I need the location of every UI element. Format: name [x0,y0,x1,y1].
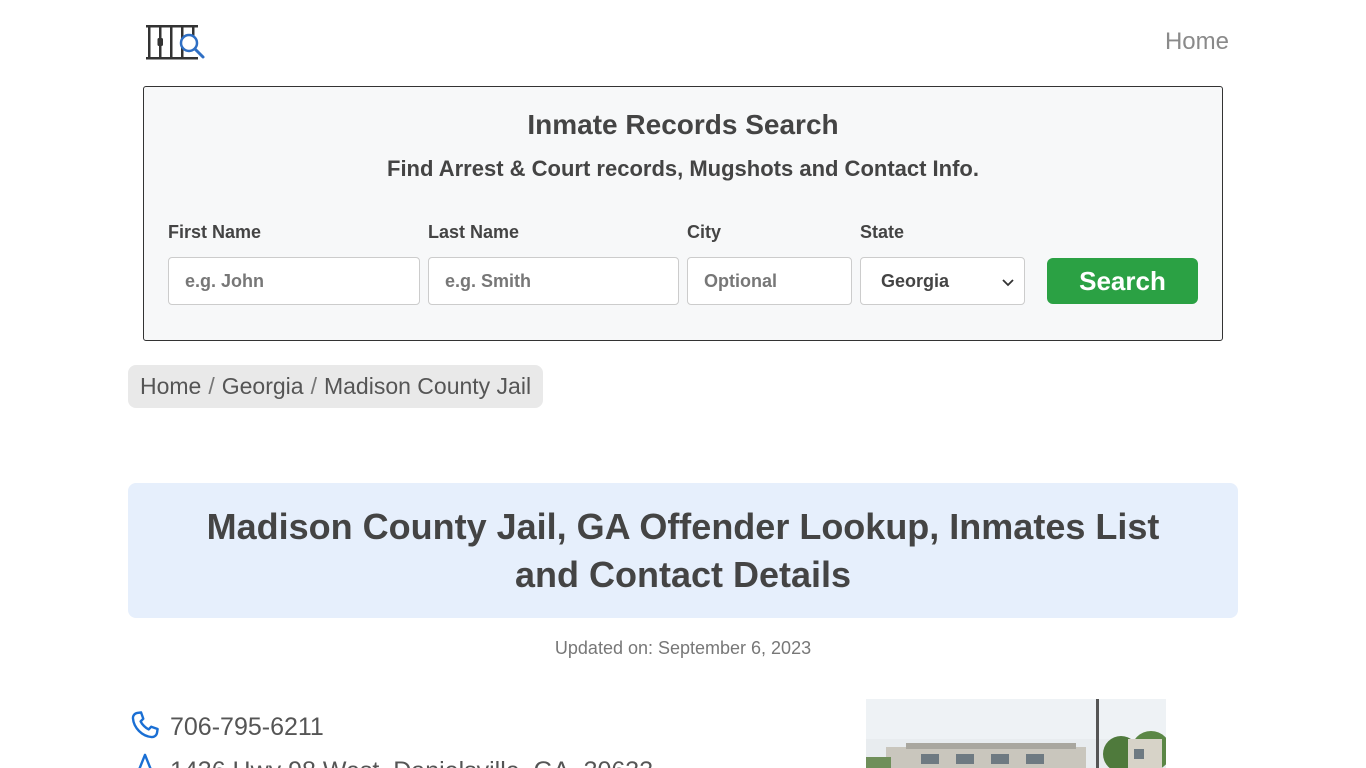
breadcrumb-home[interactable]: Home [140,373,201,400]
nav-home-link[interactable]: Home [1165,28,1229,56]
phone-number[interactable]: 706-795-6211 [170,713,324,742]
phone-row[interactable]: 706-795-6211 [128,708,324,747]
first-name-input[interactable] [168,257,420,305]
site-logo[interactable] [145,22,207,62]
page-title: Madison County Jail, GA Offender Lookup,… [206,505,1160,595]
search-subtitle: Find Arrest & Court records, Mugshots an… [387,156,979,181]
state-select[interactable]: Georgia [860,257,1025,305]
last-name-input[interactable] [428,257,679,305]
location-pin-icon [128,752,162,768]
breadcrumb-separator: / [310,373,317,399]
search-title: Inmate Records Search [527,109,839,140]
city-input[interactable] [687,257,852,305]
state-select-value: Georgia [881,270,950,291]
chevron-down-icon [1002,271,1014,292]
city-label: City [687,222,722,242]
facility-photo [866,699,1166,768]
breadcrumb-separator: / [208,373,215,399]
breadcrumb-current: Madison County Jail [323,373,532,399]
address-row: 1436 Hwy 98 West, Danielsville, GA, 3063… [128,752,653,768]
updated-date: Updated on: September 6, 2023 [554,638,812,658]
phone-icon [128,708,162,747]
last-name-label: Last Name [428,222,520,242]
page-title-banner: Madison County Jail, GA Offender Lookup,… [128,483,1238,618]
address-text: 1436 Hwy 98 West, Danielsville, GA, 3063… [170,757,653,768]
breadcrumb-state[interactable]: Georgia [222,373,304,400]
inmate-search-panel: Inmate Records Search Find Arrest & Cour… [143,86,1223,341]
first-name-label: First Name [168,222,262,242]
state-label: State [860,222,905,242]
search-button[interactable]: Search [1047,258,1198,304]
breadcrumb: Home / Georgia / Madison County Jail [128,365,544,408]
